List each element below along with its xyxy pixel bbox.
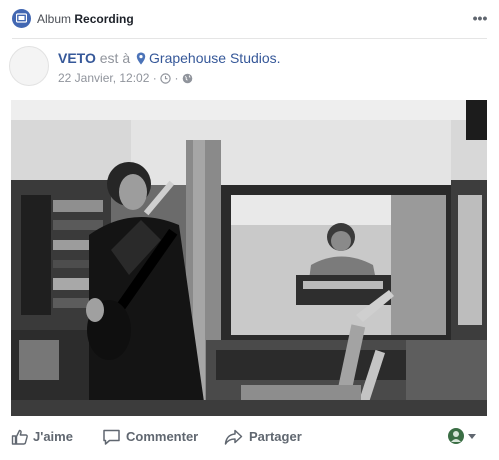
like-label: J'aime	[33, 429, 73, 444]
album-name[interactable]: Recording	[74, 12, 133, 26]
share-label: Partager	[249, 429, 302, 444]
comment-button[interactable]: Commenter	[102, 429, 207, 447]
like-button[interactable]: J'aime	[11, 429, 81, 447]
post-meta: 22 Janvier, 12:02 · ·	[58, 71, 193, 85]
photo-scene	[11, 100, 487, 416]
location-link[interactable]: Grapehouse Studios.	[149, 50, 281, 66]
thumbs-up-icon	[11, 429, 28, 445]
author-name[interactable]: VETO	[58, 50, 96, 66]
globe-icon[interactable]	[182, 73, 193, 84]
post-photo[interactable]	[11, 100, 487, 416]
meta-separator: ·	[152, 71, 157, 85]
album-icon	[12, 9, 31, 28]
album-prefix: Album	[37, 12, 72, 26]
more-horizontal-icon: •••	[472, 10, 488, 26]
location-connector: est à	[99, 50, 131, 66]
action-bar: J'aime Commenter Partager	[0, 417, 499, 460]
profile-avatar-icon	[448, 428, 464, 444]
share-icon	[224, 429, 243, 445]
avatar[interactable]	[9, 46, 49, 86]
chevron-down-icon	[468, 434, 476, 439]
map-pin-icon	[136, 52, 146, 65]
clock-icon	[160, 73, 171, 84]
timestamp[interactable]: 22 Janvier, 12:02	[58, 71, 149, 85]
divider	[12, 38, 487, 39]
post-card: Album Recording ••• VETO est à Grapehous…	[0, 0, 499, 460]
more-options-button[interactable]: •••	[470, 9, 490, 27]
meta-separator-2: ·	[174, 71, 179, 85]
post-header-line: VETO est à Grapehouse Studios.	[58, 50, 281, 66]
audience-selector[interactable]	[448, 428, 478, 446]
comment-icon	[103, 429, 120, 445]
album-header: Album Recording •••	[0, 0, 499, 38]
share-button[interactable]: Partager	[224, 429, 309, 447]
album-title[interactable]: Album Recording	[37, 12, 134, 26]
comment-label: Commenter	[126, 429, 199, 444]
